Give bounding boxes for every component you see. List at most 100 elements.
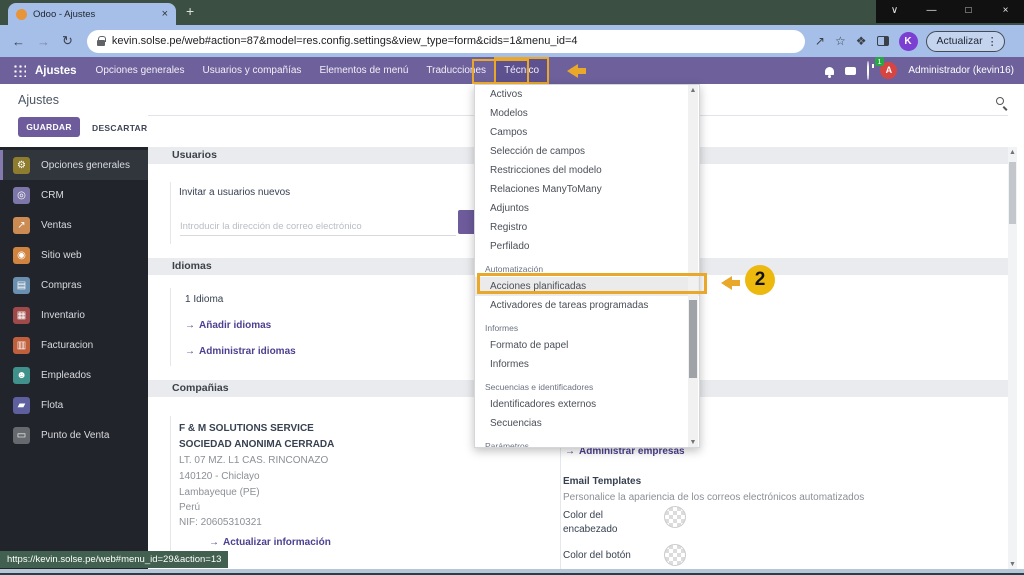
website-globe-icon: ◉ xyxy=(13,246,30,264)
tecnico-dropdown-menu: Activos Modelos Campos Selección de camp… xyxy=(474,84,700,448)
purchase-icon: ▤ xyxy=(13,276,30,294)
annotation-arrow-acciones xyxy=(714,276,741,290)
company-address-line4: Perú xyxy=(179,502,201,513)
apps-grid-icon[interactable] xyxy=(13,64,26,77)
address-bar[interactable]: kevin.solse.pe/web#action=87&model=res.c… xyxy=(86,29,805,53)
sidebar-item-flota[interactable]: ▰ Flota xyxy=(0,390,148,420)
dropdown-item-seleccion-de-campos[interactable]: Selección de campos xyxy=(475,142,699,161)
sidebar-item-ventas[interactable]: ↗ Ventas xyxy=(0,210,148,240)
page-scrollbar-thumb[interactable] xyxy=(1009,162,1016,224)
sidebar-item-label: Punto de Venta xyxy=(41,429,110,441)
dropdown-scroll-up-icon[interactable]: ▲ xyxy=(688,85,698,97)
header-color-label-line2: encabezado xyxy=(563,524,618,535)
arrow-right-icon: → xyxy=(209,537,219,548)
sidebar-item-opciones-generales[interactable]: ⚙ Opciones generales xyxy=(0,150,148,180)
update-info-link[interactable]: → Actualizar información xyxy=(209,537,331,548)
window-chevron-icon[interactable]: ∨ xyxy=(876,0,913,23)
sidebar-item-crm[interactable]: ◎ CRM xyxy=(0,180,148,210)
dropdown-item-secuencias[interactable]: Secuencias xyxy=(475,414,699,433)
dropdown-item-informes[interactable]: Informes xyxy=(475,355,699,374)
save-button[interactable]: GUARDAR xyxy=(18,117,80,137)
update-chrome-button[interactable]: Actualizar ⋮ xyxy=(925,30,1005,52)
dropdown-item-restricciones-del-modelo[interactable]: Restricciones del modelo xyxy=(475,161,699,180)
invite-email-input[interactable] xyxy=(180,218,456,236)
sidebar-item-sitio-web[interactable]: ◉ Sitio web xyxy=(0,240,148,270)
navbar-right: 1 A Administrador (kevin16) xyxy=(825,56,1014,80)
employees-icon: ☻ xyxy=(13,366,30,384)
discard-button[interactable]: DESCARTAR xyxy=(92,123,147,133)
page-title: Ajustes xyxy=(18,93,59,107)
dropdown-scroll-down-icon[interactable]: ▼ xyxy=(688,439,698,446)
invoicing-icon: ▥ xyxy=(13,336,30,354)
email-templates-title: Email Templates xyxy=(563,476,642,487)
share-icon[interactable]: ↗ xyxy=(815,34,825,48)
header-color-label-line1: Color del xyxy=(563,510,604,521)
company-nif: NIF: 20605310321 xyxy=(179,517,262,528)
header-color-swatch[interactable] xyxy=(664,506,686,528)
menu-usuarios-companias[interactable]: Usuarios y compañías xyxy=(194,58,311,83)
sales-chart-icon: ↗ xyxy=(13,216,30,234)
tab-title: Odoo - Ajustes xyxy=(33,8,96,20)
button-color-label: Color del botón xyxy=(563,550,631,561)
dropdown-item-perfilado[interactable]: Perfilado xyxy=(475,237,699,256)
dropdown-item-formato-de-papel[interactable]: Formato de papel xyxy=(475,336,699,355)
search-icon[interactable] xyxy=(996,97,1004,105)
dropdown-scrollbar-thumb[interactable] xyxy=(689,300,697,378)
browser-profile-avatar[interactable]: K xyxy=(898,31,918,51)
dropdown-item-identificadores-externos[interactable]: Identificadores externos xyxy=(475,395,699,414)
sidebar-item-label: CRM xyxy=(41,189,64,201)
manage-languages-link[interactable]: → Administrar idiomas xyxy=(185,346,296,357)
bookmark-star-icon[interactable]: ☆ xyxy=(835,34,846,48)
screen: Odoo - Ajustes × + ∨ — □ × ← → ↻ kevin.s… xyxy=(0,0,1024,575)
company-address-line3: Lambayeque (PE) xyxy=(179,487,260,498)
dropdown-item-adjuntos[interactable]: Adjuntos xyxy=(475,199,699,218)
dropdown-item-activadores-de-tareas-programadas[interactable]: Activadores de tareas programadas xyxy=(475,296,699,315)
menu-opciones-generales[interactable]: Opciones generales xyxy=(87,58,194,83)
dropdown-item-registro[interactable]: Registro xyxy=(475,218,699,237)
dropdown-item-activos[interactable]: Activos xyxy=(475,85,699,104)
sidebar-item-empleados[interactable]: ☻ Empleados xyxy=(0,360,148,390)
sidebar-item-inventario[interactable]: ▦ Inventario xyxy=(0,300,148,330)
sidebar-item-label: Ventas xyxy=(41,219,72,231)
pos-icon: ▭ xyxy=(13,426,30,444)
window-maximize-icon[interactable]: □ xyxy=(950,0,987,23)
scroll-up-icon[interactable]: ▲ xyxy=(1008,147,1017,159)
add-languages-label: Añadir idiomas xyxy=(199,320,272,331)
sidebar-item-compras[interactable]: ▤ Compras xyxy=(0,270,148,300)
side-panel-icon[interactable] xyxy=(876,36,889,46)
tab-close-icon[interactable]: × xyxy=(162,8,168,20)
user-name[interactable]: Administrador (kevin16) xyxy=(908,65,1014,76)
app-name[interactable]: Ajustes xyxy=(35,65,77,77)
add-languages-link[interactable]: → Añadir idiomas xyxy=(185,320,271,331)
dropdown-item-campos[interactable]: Campos xyxy=(475,123,699,142)
messages-chat-icon[interactable] xyxy=(845,66,857,75)
new-tab-button[interactable]: + xyxy=(186,4,194,18)
email-templates-block: → Administrar empresas Email Templates Pe… xyxy=(560,440,980,569)
notifications-bell-icon[interactable] xyxy=(825,66,835,78)
sidebar-item-punto-de-venta[interactable]: ▭ Punto de Venta xyxy=(0,420,148,450)
back-icon[interactable]: ← xyxy=(12,34,25,49)
scroll-down-icon[interactable]: ▼ xyxy=(1008,561,1017,568)
browser-menu-icon[interactable]: ⋮ xyxy=(987,35,998,48)
annotation-box-tecnico xyxy=(472,59,529,84)
arrow-right-icon: → xyxy=(185,346,195,357)
window-minimize-icon[interactable]: — xyxy=(913,0,950,23)
company-name-line1: F & M SOLUTIONS SERVICE xyxy=(179,423,314,434)
menu-elementos-menu[interactable]: Elementos de menú xyxy=(310,58,417,83)
annotation-step-badge: 2 xyxy=(745,265,775,295)
dropdown-item-modelos[interactable]: Modelos xyxy=(475,104,699,123)
dropdown-item-relaciones-manytomany[interactable]: Relaciones ManyToMany xyxy=(475,180,699,199)
gear-icon: ⚙ xyxy=(13,156,30,174)
url-text[interactable]: kevin.solse.pe/web#action=87&model=res.c… xyxy=(112,35,578,47)
forward-icon[interactable]: → xyxy=(37,34,50,49)
dropdown-scrollbar[interactable]: ▲ ▼ xyxy=(688,85,698,447)
sidebar-item-facturacion[interactable]: ▥ Facturacion xyxy=(0,330,148,360)
invite-users-label: Invitar a usuarios nuevos xyxy=(179,187,291,198)
window-close-icon[interactable]: × xyxy=(987,0,1024,23)
extensions-icon[interactable]: ❖ xyxy=(856,34,867,48)
reload-icon[interactable]: ↻ xyxy=(62,33,73,49)
browser-tab[interactable]: Odoo - Ajustes × xyxy=(8,3,176,25)
crm-icon: ◎ xyxy=(13,186,30,204)
activities-clock[interactable]: 1 xyxy=(867,56,884,80)
button-color-swatch[interactable] xyxy=(664,544,686,566)
